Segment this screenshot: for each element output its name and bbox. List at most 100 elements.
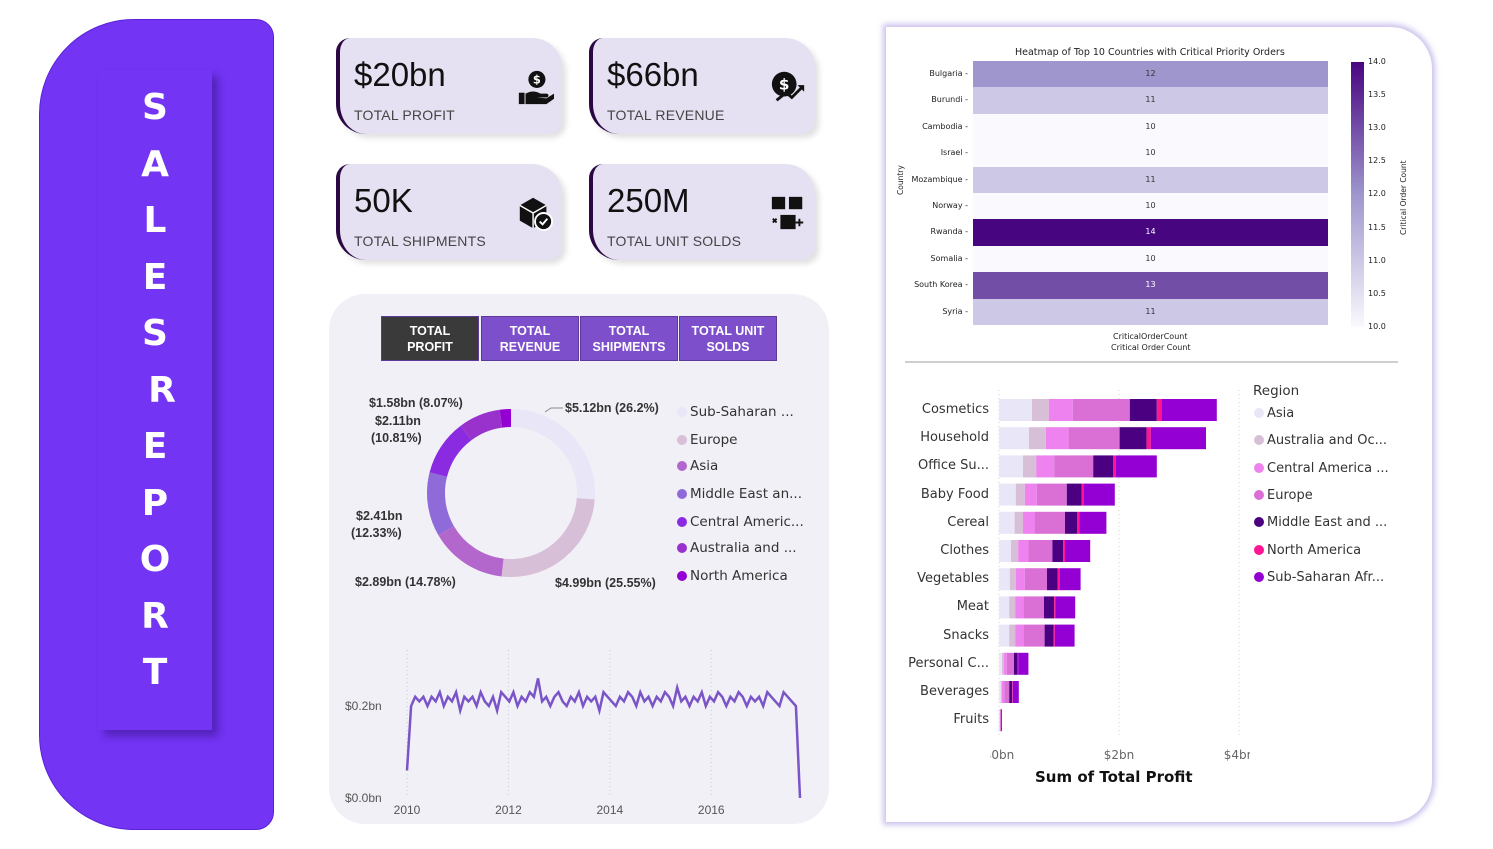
bar-segment[interactable] [1015,624,1024,647]
bar-segment[interactable] [1000,709,1002,732]
bar-segment[interactable] [1015,568,1025,591]
bar-segment[interactable] [1001,709,1002,732]
bar-segment[interactable] [1146,427,1151,450]
bar-segment[interactable] [1116,455,1157,478]
bar-segment[interactable] [999,540,1011,562]
bar-segment[interactable] [1009,681,1013,703]
bar-segment[interactable] [1045,427,1069,450]
bar-segment[interactable] [1066,483,1082,506]
bar-segment[interactable] [1065,540,1091,562]
bar-segment[interactable] [1024,483,1037,506]
donut-slice[interactable] [429,425,472,477]
bar-segment[interactable] [1023,624,1045,647]
bar-segment[interactable] [1063,540,1065,562]
bar-segment[interactable] [1014,511,1023,534]
bar-segment[interactable] [999,568,1010,591]
bar-segment[interactable] [1036,455,1055,478]
bar-segment[interactable] [1044,624,1054,647]
bar-segment[interactable] [1156,399,1162,421]
bar-segment[interactable] [1004,681,1010,703]
legend-item[interactable]: Europe [677,432,737,448]
bar-segment[interactable] [1015,596,1024,619]
bar-segment[interactable] [1072,399,1130,421]
bar-segment[interactable] [1055,596,1076,619]
bar-segment[interactable] [1014,652,1018,675]
bar-segment[interactable] [999,427,1029,450]
bar-segment[interactable] [1009,624,1016,647]
bar-segment[interactable] [1023,511,1035,534]
bar-segment[interactable] [1023,455,1037,478]
bar-segment[interactable] [999,652,1002,675]
bar-segment[interactable] [1002,681,1005,703]
legend-item[interactable]: North America [677,568,788,584]
bar-segment[interactable] [1000,681,1002,703]
bar-segment[interactable] [1011,540,1019,562]
bar-segment[interactable] [1079,511,1107,534]
bar-segment[interactable] [1053,624,1055,647]
legend-item[interactable]: Middle East an... [677,486,802,502]
bar-segment[interactable] [1009,568,1016,591]
tab-total-revenue[interactable]: TOTAL REVENUE [481,316,579,361]
bar-segment[interactable] [1083,483,1115,506]
bar-segment[interactable] [1119,427,1147,450]
bar-segment[interactable] [1012,681,1013,703]
bar-segment[interactable] [1048,399,1073,421]
bar-segment[interactable] [1003,652,1007,675]
bar-segment[interactable] [1017,652,1019,675]
bar-segment[interactable] [1015,483,1025,506]
bar-segment[interactable] [1012,681,1019,703]
bar-segment[interactable] [1047,568,1058,591]
bar-segment[interactable] [1018,540,1029,562]
bar-segment[interactable] [999,483,1016,506]
bar-segment[interactable] [1113,455,1116,478]
bar-segment[interactable] [999,511,1015,534]
bar-segment[interactable] [1044,596,1055,619]
bar-segment[interactable] [1028,540,1053,562]
bar-segment[interactable] [999,709,1001,732]
donut-slice[interactable] [438,526,504,577]
legend-item[interactable]: Central Americ... [677,514,804,530]
legend-item[interactable]: Australia and ... [677,540,797,556]
legend-item[interactable]: Sub-Saharan ... [677,404,794,420]
bar-segment[interactable] [999,399,1032,421]
bar-segment[interactable] [1093,455,1113,478]
bar-segment[interactable] [999,455,1023,478]
tab-total-unit-solds[interactable]: TOTAL UNIT SOLDS [679,316,777,361]
bar-segment[interactable] [1054,596,1056,619]
bar-legend-item[interactable]: Middle East and ... [1254,515,1387,530]
bar-segment[interactable] [1129,399,1157,421]
legend-item[interactable]: Asia [677,458,718,474]
bar-legend-item[interactable]: Central America ... [1254,461,1389,476]
donut-slice[interactable] [427,472,454,536]
bar-segment[interactable] [999,709,1000,732]
bar-segment[interactable] [1161,399,1217,421]
tab-total-shipments[interactable]: TOTAL SHIPMENTS [580,316,678,361]
bar-segment[interactable] [1024,568,1047,591]
bar-segment[interactable] [1057,568,1060,591]
bar-segment[interactable] [1052,540,1064,562]
bar-segment[interactable] [1036,483,1067,506]
bar-segment[interactable] [1059,568,1081,591]
bar-segment[interactable] [1032,399,1049,421]
bar-segment[interactable] [999,681,1001,703]
bar-legend-item[interactable]: Europe [1254,488,1313,503]
donut-slice[interactable] [511,409,595,500]
bar-segment[interactable] [1081,483,1084,506]
bar-segment[interactable] [999,624,1010,647]
bar-segment[interactable] [1054,624,1075,647]
bar-segment[interactable] [1023,596,1044,619]
bar-segment[interactable] [1006,652,1014,675]
bar-legend-item[interactable]: Sub-Saharan Afr... [1254,570,1384,585]
donut-slice[interactable] [501,498,595,577]
bar-segment[interactable] [1077,511,1080,534]
bar-segment[interactable] [1018,652,1029,675]
bar-segment[interactable] [1054,455,1094,478]
bar-segment[interactable] [999,596,1010,619]
bar-legend-item[interactable]: North America [1254,543,1361,558]
bar-segment[interactable] [1009,596,1016,619]
bar-segment[interactable] [1065,511,1077,534]
bar-segment[interactable] [1035,511,1065,534]
bar-legend-item[interactable]: Asia [1254,406,1294,421]
bar-legend-item[interactable]: Australia and Oc... [1254,433,1387,448]
bar-segment[interactable] [1002,652,1004,675]
